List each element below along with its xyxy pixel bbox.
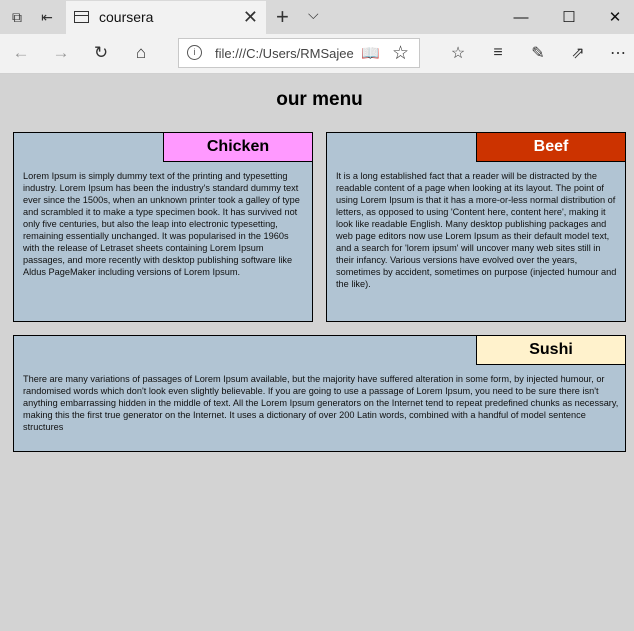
section-title-chicken: Chicken [163, 132, 313, 162]
navigation-bar: ← → ↻ ⌂ i file:///C:/Users/RMSajee 📖 ☆ ☆… [0, 34, 634, 74]
section-text-chicken: Lorem Ipsum is simply dummy text of the … [23, 171, 300, 277]
new-tab-icon[interactable]: + [276, 4, 289, 30]
set-tabs-aside-icon[interactable]: ⇤ [38, 8, 56, 26]
tab-actions-icon[interactable]: ⧉ [8, 8, 26, 26]
menu-section-beef: Beef It is a long established fact that … [326, 132, 626, 322]
page-content: our menu Chicken Lorem Ipsum is simply d… [0, 74, 634, 631]
page-title: our menu [276, 89, 363, 110]
chevron-down-icon[interactable]: ⌵ [308, 6, 319, 23]
section-title-beef: Beef [476, 132, 626, 162]
address-bar[interactable]: i file:///C:/Users/RMSajee 📖 ☆ [178, 38, 420, 68]
more-icon[interactable]: ⋯ [606, 42, 630, 64]
forward-icon[interactable]: → [50, 42, 72, 64]
home-icon[interactable]: ⌂ [130, 42, 152, 64]
favorites-icon[interactable]: ☆ [446, 42, 470, 64]
tab-title: coursera [99, 9, 154, 25]
page-icon [74, 11, 89, 23]
menu-section-sushi: Sushi There are many variations of passa… [13, 335, 626, 452]
section-text-sushi: There are many variations of passages of… [23, 374, 619, 432]
favorite-star-icon[interactable]: ☆ [392, 42, 409, 65]
info-icon[interactable]: i [187, 45, 202, 60]
address-text[interactable]: file:///C:/Users/RMSajee [215, 46, 355, 61]
maximize-button[interactable]: ☐ [554, 4, 584, 30]
share-icon[interactable]: ⇗ [566, 42, 590, 64]
back-icon[interactable]: ← [10, 42, 32, 64]
reading-view-icon[interactable]: 📖 [361, 44, 380, 62]
section-title-sushi: Sushi [476, 335, 626, 365]
tab-bar: ⧉ ⇤ coursera ✕ + ⌵ — ☐ ✕ [0, 0, 634, 34]
tab-coursera[interactable]: coursera ✕ [66, 1, 266, 34]
refresh-icon[interactable]: ↻ [90, 42, 112, 64]
web-note-icon[interactable]: ✎ [526, 42, 550, 64]
close-window-button[interactable]: ✕ [600, 4, 630, 30]
minimize-button[interactable]: — [506, 4, 536, 30]
section-text-beef: It is a long established fact that a rea… [336, 171, 617, 289]
close-tab-icon[interactable]: ✕ [243, 7, 258, 28]
hub-icon[interactable]: ≡ [486, 42, 510, 64]
menu-section-chicken: Chicken Lorem Ipsum is simply dummy text… [13, 132, 313, 322]
